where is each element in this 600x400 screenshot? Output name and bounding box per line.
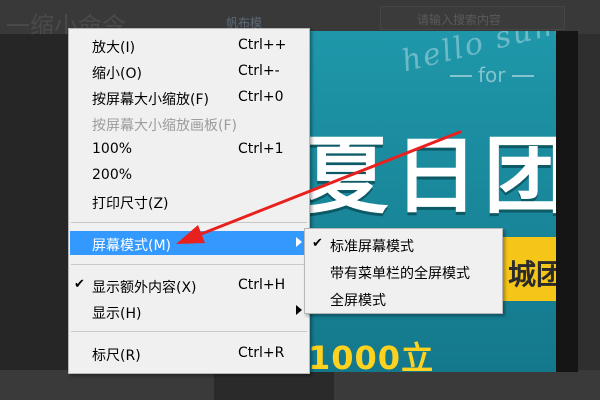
menu-item-label: 缩小(O): [92, 66, 142, 82]
tools-panel: [0, 34, 68, 400]
menu-item-label: 按屏幕大小缩放(F): [92, 92, 209, 108]
menu-item-shortcut: Ctrl+-: [238, 63, 280, 79]
menu-item-screen-mode[interactable]: 屏幕模式(M): [70, 231, 308, 255]
canvas-edge: [556, 31, 578, 372]
menu-item-fit-screen[interactable]: 按屏幕大小缩放(F) Ctrl+0: [70, 85, 308, 109]
menu-item-shortcut: Ctrl+H: [238, 277, 286, 293]
menu-item-print-size[interactable]: 打印尺寸(Z): [70, 189, 308, 213]
menu-item-shortcut: Ctrl++: [238, 37, 287, 53]
menu-item-fit-artboard: 按屏幕大小缩放画板(F): [70, 111, 308, 135]
menu-separator: [71, 331, 307, 332]
menu-item-shortcut: Ctrl+1: [238, 141, 284, 157]
canvas-promo-left: 1000立: [308, 339, 435, 372]
submenu-item-label: 全屏模式: [330, 293, 386, 309]
menu-item-zoom-out[interactable]: 缩小(O) Ctrl+-: [70, 59, 308, 83]
submenu-arrow-icon: [296, 237, 302, 247]
status-bar: [0, 370, 600, 400]
menu-item-shortcut: Ctrl+R: [238, 345, 285, 361]
submenu-arrow-icon: [296, 305, 302, 315]
menu-item-100-percent[interactable]: 100% Ctrl+1: [70, 137, 308, 161]
search-placeholder: 请输入搜索内容: [417, 13, 502, 27]
canvas-headline: 夏日团: [308, 127, 575, 225]
menu-item-label: 屏幕模式(M): [92, 238, 172, 254]
menu-item-zoom-in[interactable]: 放大(I) Ctrl++: [70, 33, 308, 57]
menu-item-show[interactable]: 显示(H): [70, 299, 308, 323]
submenu-item-label: 标准屏幕模式: [330, 239, 414, 255]
view-menu: 放大(I) Ctrl++ 缩小(O) Ctrl+- 按屏幕大小缩放(F) Ctr…: [68, 28, 310, 374]
checkmark-icon: ✔: [312, 236, 323, 251]
menu-separator: [71, 222, 307, 223]
menu-item-label: 打印尺寸(Z): [92, 196, 169, 212]
menu-item-label: 标尺(R): [92, 348, 141, 364]
submenu-item-fullscreen[interactable]: 全屏模式: [306, 285, 502, 311]
submenu-item-fullscreen-menubar[interactable]: 带有菜单栏的全屏模式: [306, 258, 502, 284]
canvas-promo: 1000立5: [308, 333, 578, 372]
document-canvas[interactable]: hello sum for 夏日团 城团 1000立5: [308, 31, 578, 372]
menu-item-label: 显示(H): [92, 306, 142, 322]
menu-item-label: 显示额外内容(X): [92, 280, 197, 296]
menu-item-label: 200%: [92, 167, 133, 183]
menu-item-200-percent[interactable]: 200%: [70, 163, 308, 187]
screen-mode-submenu: ✔ 标准屏幕模式 带有菜单栏的全屏模式 全屏模式: [304, 228, 503, 314]
menu-item-rulers[interactable]: 标尺(R) Ctrl+R: [70, 341, 308, 365]
submenu-item-label: 带有菜单栏的全屏模式: [330, 266, 470, 282]
menu-item-label: 按屏幕大小缩放画板(F): [92, 118, 237, 134]
menu-item-label: 放大(I): [92, 40, 136, 56]
submenu-item-standard-screen[interactable]: ✔ 标准屏幕模式: [306, 231, 502, 257]
checkmark-icon: ✔: [74, 277, 85, 292]
menu-item-label: 100%: [92, 141, 133, 157]
search-input[interactable]: 请输入搜索内容: [380, 6, 565, 30]
menu-item-shortcut: Ctrl+0: [238, 89, 284, 105]
canvas-for-text: for: [450, 63, 533, 87]
menu-item-show-extras[interactable]: ✔ 显示额外内容(X) Ctrl+H: [70, 273, 308, 297]
menu-separator: [71, 264, 307, 265]
status-bar-segment: [214, 370, 334, 400]
